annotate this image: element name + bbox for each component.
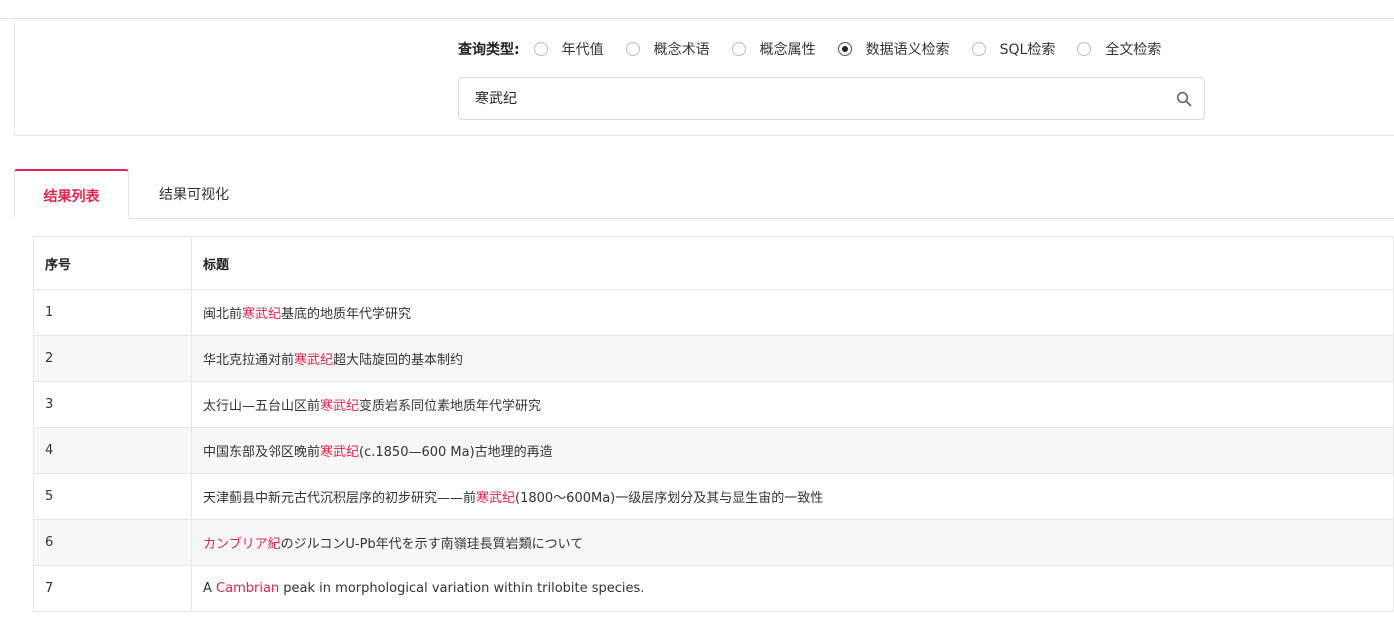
title-text: のジルコンU-Pb年代を示す南嶺珪長質岩類について <box>280 537 584 552</box>
title-text: 中国东部及邻区晚前 <box>203 445 321 460</box>
row-index: 7 <box>33 565 192 612</box>
title-text: A <box>203 581 217 596</box>
table-row[interactable]: 5 天津蓟县中新元古代沉积层序的初步研究——前寒武纪(1800～600Ma)一级层… <box>33 473 1394 520</box>
radio-label: 全文检索 <box>1105 42 1162 58</box>
query-type-label: 查询类型: <box>458 42 520 58</box>
row-title[interactable]: 太行山—五台山区前寒武纪变质岩系同位素地质年代学研究 <box>191 381 1394 428</box>
radio-label: 概念属性 <box>759 42 816 58</box>
highlighted-term: 寒武纪 <box>242 307 282 322</box>
row-index: 3 <box>33 381 192 428</box>
search-panel-divider <box>14 135 1394 136</box>
left-border <box>14 18 15 136</box>
title-text: 天津蓟县中新元古代沉积层序的初步研究——前 <box>203 491 477 506</box>
table-row[interactable]: 1 闽北前寒武纪基底的地质年代学研究 <box>33 289 1394 336</box>
radio-button[interactable] <box>1077 42 1092 56</box>
title-text: 闽北前 <box>203 307 243 322</box>
radio-button[interactable] <box>533 42 548 56</box>
radio-option-concept-term[interactable]: 概念术语 <box>625 39 710 59</box>
highlighted-term: カンブリア紀 <box>203 537 281 552</box>
radio-button[interactable] <box>731 42 746 56</box>
row-index: 6 <box>33 519 192 566</box>
top-divider <box>0 18 1394 19</box>
radio-button-checked[interactable] <box>837 42 852 56</box>
highlighted-term: Cambrian <box>216 581 280 596</box>
radio-option-semantic-search[interactable]: 数据语义检索 <box>837 39 950 59</box>
row-index: 2 <box>33 335 192 382</box>
radio-button[interactable] <box>971 42 986 56</box>
search-box <box>458 77 1205 120</box>
tab-result-visualization[interactable]: 结果可视化 <box>139 169 249 219</box>
title-text: 超大陆旋回的基本制约 <box>333 353 464 368</box>
search-input[interactable] <box>475 90 1155 106</box>
table-row[interactable]: 4 中国东部及邻区晚前寒武纪(c.1850—600 Ma)古地理的再造 <box>33 427 1394 474</box>
row-title[interactable]: 天津蓟县中新元古代沉积层序的初步研究——前寒武纪(1800～600Ma)一级层序… <box>191 473 1394 520</box>
table-row[interactable]: 2 华北克拉通对前寒武纪超大陆旋回的基本制约 <box>33 335 1394 382</box>
tab-result-list[interactable]: 结果列表 <box>14 169 129 219</box>
title-text: 变质岩系同位素地质年代学研究 <box>359 399 542 414</box>
title-text: (1800～600Ma)一级层序划分及其与显生宙的一致性 <box>515 491 824 506</box>
row-index: 4 <box>33 427 192 474</box>
result-tabs: 结果列表 结果可视化 <box>14 169 1394 219</box>
radio-option-fulltext-search[interactable]: 全文检索 <box>1077 39 1161 59</box>
row-index: 5 <box>33 473 192 520</box>
radio-option-concept-attribute[interactable]: 概念属性 <box>731 39 816 59</box>
results-table: 序号 标题 1 闽北前寒武纪基底的地质年代学研究 2 华北克拉通对前寒武纪超大陆旋回的… <box>33 236 1394 612</box>
column-header-title: 标题 <box>191 236 1394 290</box>
highlighted-term: 寒武纪 <box>476 491 516 506</box>
title-text: (c.1850—600 Ma)古地理的再造 <box>359 445 553 460</box>
column-header-index: 序号 <box>33 236 192 290</box>
row-title[interactable]: 华北克拉通对前寒武纪超大陆旋回的基本制约 <box>191 335 1394 382</box>
row-title[interactable]: 闽北前寒武纪基底的地质年代学研究 <box>191 289 1394 336</box>
row-title[interactable]: カンブリア紀のジルコンU-Pb年代を示す南嶺珪長質岩類について <box>191 519 1394 566</box>
title-text: 基底的地质年代学研究 <box>281 307 412 322</box>
radio-label: 年代值 <box>561 42 604 58</box>
search-icon[interactable] <box>1176 91 1192 107</box>
results-table-container: 序号 标题 1 闽北前寒武纪基底的地质年代学研究 2 华北克拉通对前寒武纪超大陆旋回的… <box>33 236 1394 612</box>
query-type-group: 查询类型: 年代值 概念术语 概念属性 数据语义检索 SQL检索 全文检索 <box>458 38 1183 60</box>
highlighted-term: 寒武纪 <box>320 399 360 414</box>
table-header-row: 序号 标题 <box>33 236 1394 290</box>
radio-label: SQL检索 <box>999 42 1056 58</box>
radio-button[interactable] <box>625 42 640 56</box>
table-row[interactable]: 6 カンブリア紀のジルコンU-Pb年代を示す南嶺珪長質岩類について <box>33 519 1394 566</box>
table-body: 1 闽北前寒武纪基底的地质年代学研究 2 华北克拉通对前寒武纪超大陆旋回的基本制约 3 太… <box>33 289 1394 612</box>
radio-option-sql-search[interactable]: SQL检索 <box>971 39 1056 59</box>
radio-label: 数据语义检索 <box>865 42 950 58</box>
table-row[interactable]: 7A Cambrian peak in morphological variat… <box>33 565 1394 612</box>
row-title[interactable]: A Cambrian peak in morphological variati… <box>191 565 1394 612</box>
table-row[interactable]: 3 太行山—五台山区前寒武纪变质岩系同位素地质年代学研究 <box>33 381 1394 428</box>
title-text: peak in morphological variation within t… <box>279 581 645 596</box>
radio-label: 概念术语 <box>653 42 710 58</box>
row-title[interactable]: 中国东部及邻区晚前寒武纪(c.1850—600 Ma)古地理的再造 <box>191 427 1394 474</box>
highlighted-term: 寒武纪 <box>294 353 334 368</box>
highlighted-term: 寒武纪 <box>320 445 360 460</box>
title-text: 太行山—五台山区前 <box>203 399 321 414</box>
radio-option-year[interactable]: 年代值 <box>533 39 604 59</box>
title-text: 华北克拉通对前 <box>203 353 295 368</box>
row-index: 1 <box>33 289 192 336</box>
